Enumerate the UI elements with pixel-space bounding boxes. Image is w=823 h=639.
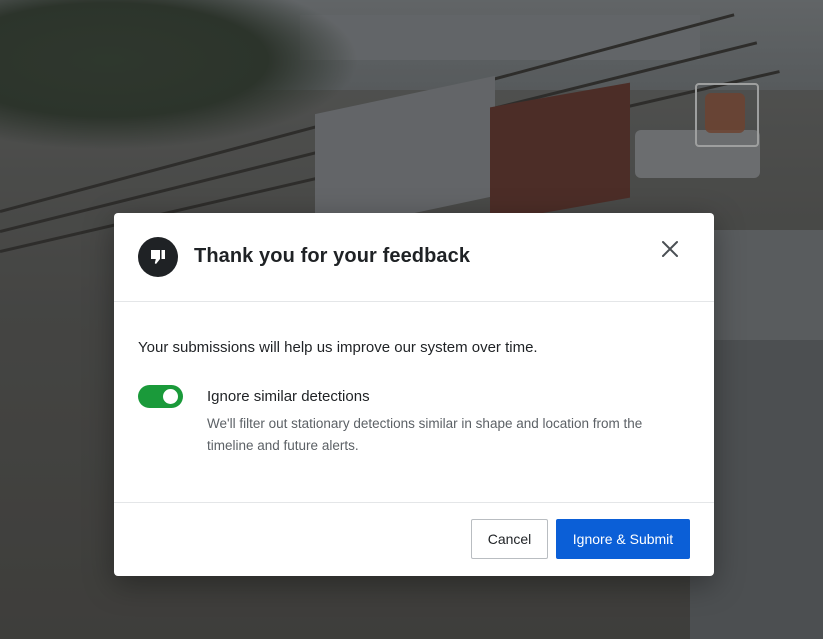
option-description: We'll filter out stationary detections s… bbox=[207, 416, 643, 453]
dialog-title: Thank you for your feedback bbox=[194, 245, 471, 267]
camera-view: Thank you for your feedback Your submiss… bbox=[0, 0, 823, 639]
close-icon[interactable] bbox=[658, 237, 682, 261]
dialog-body: Your submissions will help us improve ou… bbox=[114, 302, 714, 503]
dialog-footer: Cancel Ignore & Submit bbox=[114, 503, 714, 576]
cancel-button[interactable]: Cancel bbox=[471, 519, 548, 559]
option-title: Ignore similar detections bbox=[207, 388, 370, 405]
thumbs-down-icon bbox=[138, 237, 178, 277]
toggle-knob bbox=[163, 389, 178, 404]
feedback-dialog: Thank you for your feedback Your submiss… bbox=[114, 213, 714, 576]
ignore-similar-toggle[interactable] bbox=[138, 385, 183, 408]
dialog-header: Thank you for your feedback bbox=[114, 213, 714, 302]
intro-text: Your submissions will help us improve ou… bbox=[138, 339, 538, 356]
ignore-submit-button[interactable]: Ignore & Submit bbox=[556, 519, 690, 559]
